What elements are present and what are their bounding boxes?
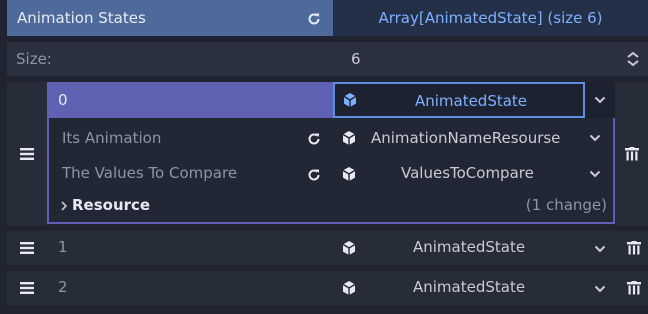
array-type-label: Array[AnimatedState] (size 6) — [378, 9, 603, 27]
size-label: Size: — [16, 50, 52, 68]
chevron-down-icon[interactable] — [594, 245, 606, 253]
chevron-down-icon[interactable] — [589, 170, 601, 178]
drag-handle-icon[interactable] — [20, 282, 34, 294]
resource-change-count: (1 change) — [525, 196, 607, 214]
revert-icon[interactable] — [306, 131, 322, 147]
element-value-picker[interactable]: AnimatedState — [333, 82, 585, 118]
array-type-button[interactable]: Array[AnimatedState] (size 6) — [333, 0, 648, 36]
element-value[interactable]: AnimatedState — [413, 278, 525, 296]
array-element-row: 1 AnimatedState — [7, 231, 648, 265]
array-element-row: 2 AnimatedState — [7, 271, 648, 305]
element-index: 2 — [58, 278, 68, 296]
chevron-right-icon — [61, 201, 67, 211]
resource-cube-icon — [342, 92, 358, 108]
property-label: The Values To Compare — [62, 164, 238, 182]
chevron-down-icon[interactable] — [594, 285, 606, 293]
sub-inspector: Its Animation AnimationNameResourse The … — [47, 118, 615, 224]
size-row: Size: 6 — [7, 42, 648, 76]
property-label: Its Animation — [62, 129, 162, 147]
element-index: 1 — [58, 238, 68, 256]
resource-cube-icon — [341, 240, 357, 256]
property-value[interactable]: ValuesToCompare — [401, 164, 534, 182]
size-input[interactable]: 6 — [351, 50, 361, 68]
drag-handle-icon[interactable] — [20, 242, 34, 254]
resource-section-header[interactable]: Resource (1 change) — [49, 190, 613, 222]
spinner-arrows-icon[interactable] — [626, 51, 640, 67]
element-dropdown-button[interactable] — [585, 82, 615, 118]
property-value[interactable]: AnimationNameResourse — [371, 129, 560, 147]
trash-icon[interactable] — [627, 281, 641, 295]
resource-cube-icon — [341, 166, 357, 182]
revert-icon[interactable] — [306, 167, 322, 183]
revert-icon[interactable] — [306, 11, 322, 27]
delete-element-button[interactable] — [615, 82, 648, 226]
element-index-header[interactable]: 0 — [47, 82, 333, 118]
resource-cube-icon — [341, 280, 357, 296]
chevron-down-icon[interactable] — [589, 134, 601, 142]
element-value[interactable]: AnimatedState — [413, 238, 525, 256]
element-value: AnimatedState — [414, 92, 528, 110]
drag-handle[interactable] — [7, 82, 47, 226]
resource-section-label: Resource — [72, 196, 151, 214]
element-index: 0 — [58, 91, 68, 109]
resource-cube-icon — [341, 130, 357, 146]
chevron-down-icon[interactable] — [594, 96, 606, 104]
property-title: Animation States — [17, 9, 146, 27]
trash-icon[interactable] — [624, 147, 639, 161]
drag-handle-icon[interactable] — [20, 148, 34, 160]
trash-icon[interactable] — [627, 241, 641, 255]
property-header[interactable]: Animation States — [7, 0, 333, 36]
